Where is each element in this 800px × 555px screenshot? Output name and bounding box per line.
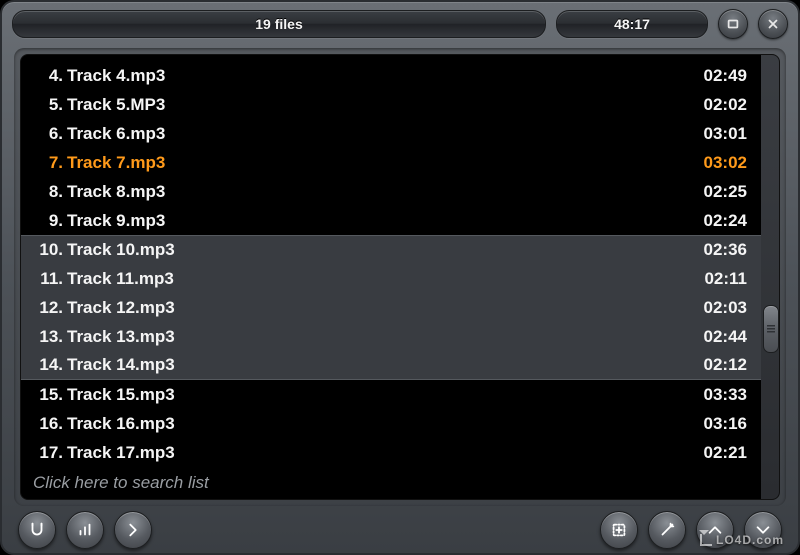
track-duration: 02:36: [677, 240, 747, 260]
add-icon: [610, 521, 628, 539]
add-button[interactable]: [600, 511, 638, 549]
track-duration: 02:02: [677, 95, 747, 115]
scrollbar-thumb[interactable]: [763, 305, 779, 353]
track-name: Track 6.mp3: [67, 124, 677, 144]
track-row[interactable]: 10.Track 10.mp302:36: [21, 235, 761, 264]
total-time-pill: 48:17: [556, 10, 708, 38]
track-number: 8.: [27, 182, 67, 202]
track-number: 16.: [27, 414, 67, 434]
track-number: 5.: [27, 95, 67, 115]
track-name: Track 11.mp3: [67, 269, 677, 289]
track-number: 13.: [27, 327, 67, 347]
chevron-right-icon: [124, 521, 142, 539]
track-number: 7.: [27, 153, 67, 173]
track-row[interactable]: 6.Track 6.mp303:01: [21, 119, 761, 148]
track-row[interactable]: 8.Track 8.mp302:25: [21, 177, 761, 206]
track-name: Track 17.mp3: [67, 443, 677, 463]
track-number: 14.: [27, 355, 67, 375]
track-duration: 02:24: [677, 211, 747, 231]
playlist-panel: 4.Track 4.mp302:495.Track 5.MP302:026.Tr…: [14, 48, 786, 506]
bottom-toolbar: [2, 506, 798, 553]
track-number: 6.: [27, 124, 67, 144]
track-duration: 02:12: [677, 355, 747, 375]
chevron-down-icon: [754, 521, 772, 539]
track-row[interactable]: 15.Track 15.mp303:33: [21, 380, 761, 409]
track-name: Track 9.mp3: [67, 211, 677, 231]
track-number: 11.: [27, 269, 67, 289]
track-duration: 02:49: [677, 66, 747, 86]
track-row[interactable]: 12.Track 12.mp302:03: [21, 293, 761, 322]
track-list[interactable]: 4.Track 4.mp302:495.Track 5.MP302:026.Tr…: [21, 55, 761, 499]
magnet-icon: [28, 521, 46, 539]
track-number: 15.: [27, 385, 67, 405]
track-row[interactable]: 4.Track 4.mp302:49: [21, 61, 761, 90]
track-duration: 02:25: [677, 182, 747, 202]
track-name: Track 12.mp3: [67, 298, 677, 318]
minimize-button[interactable]: [718, 9, 748, 39]
track-row[interactable]: 11.Track 11.mp302:11: [21, 264, 761, 293]
magnet-button[interactable]: [18, 511, 56, 549]
track-row[interactable]: 7.Track 7.mp303:02: [21, 148, 761, 177]
track-number: 10.: [27, 240, 67, 260]
scrollbar[interactable]: [761, 55, 779, 499]
track-name: Track 10.mp3: [67, 240, 677, 260]
track-row[interactable]: 9.Track 9.mp302:24: [21, 206, 761, 235]
search-input[interactable]: Click here to search list: [21, 467, 761, 499]
file-count-pill: 19 files: [12, 10, 546, 38]
minimize-icon: [726, 17, 740, 31]
close-button[interactable]: [758, 9, 788, 39]
titlebar: 19 files 48:17: [2, 2, 798, 44]
track-row[interactable]: 16.Track 16.mp303:16: [21, 409, 761, 438]
track-duration: 02:03: [677, 298, 747, 318]
track-name: Track 7.mp3: [67, 153, 677, 173]
track-number: 12.: [27, 298, 67, 318]
track-duration: 03:16: [677, 414, 747, 434]
playlist-inner: 4.Track 4.mp302:495.Track 5.MP302:026.Tr…: [20, 54, 780, 500]
track-duration: 03:33: [677, 385, 747, 405]
move-up-button[interactable]: [696, 511, 734, 549]
track-duration: 02:44: [677, 327, 747, 347]
track-name: Track 14.mp3: [67, 355, 677, 375]
track-name: Track 8.mp3: [67, 182, 677, 202]
chevron-up-icon: [706, 521, 724, 539]
track-duration: 02:11: [677, 269, 747, 289]
track-name: Track 4.mp3: [67, 66, 677, 86]
equalizer-icon: [76, 521, 94, 539]
track-duration: 03:02: [677, 153, 747, 173]
track-number: 4.: [27, 66, 67, 86]
track-row[interactable]: 13.Track 13.mp302:44: [21, 322, 761, 351]
track-row[interactable]: 17.Track 17.mp302:21: [21, 438, 761, 467]
track-name: Track 15.mp3: [67, 385, 677, 405]
track-duration: 03:01: [677, 124, 747, 144]
track-name: Track 5.MP3: [67, 95, 677, 115]
equalizer-button[interactable]: [66, 511, 104, 549]
track-number: 9.: [27, 211, 67, 231]
move-down-button[interactable]: [744, 511, 782, 549]
track-row[interactable]: 5.Track 5.MP302:02: [21, 90, 761, 119]
track-row[interactable]: 14.Track 14.mp302:12: [21, 351, 761, 380]
track-name: Track 16.mp3: [67, 414, 677, 434]
track-number: 17.: [27, 443, 67, 463]
wand-button[interactable]: [648, 511, 686, 549]
playlist-window: 19 files 48:17 4.Track 4.mp302:495.Track…: [0, 0, 800, 555]
track-duration: 02:21: [677, 443, 747, 463]
play-button[interactable]: [114, 511, 152, 549]
track-name: Track 13.mp3: [67, 327, 677, 347]
close-icon: [766, 17, 780, 31]
wand-icon: [658, 521, 676, 539]
